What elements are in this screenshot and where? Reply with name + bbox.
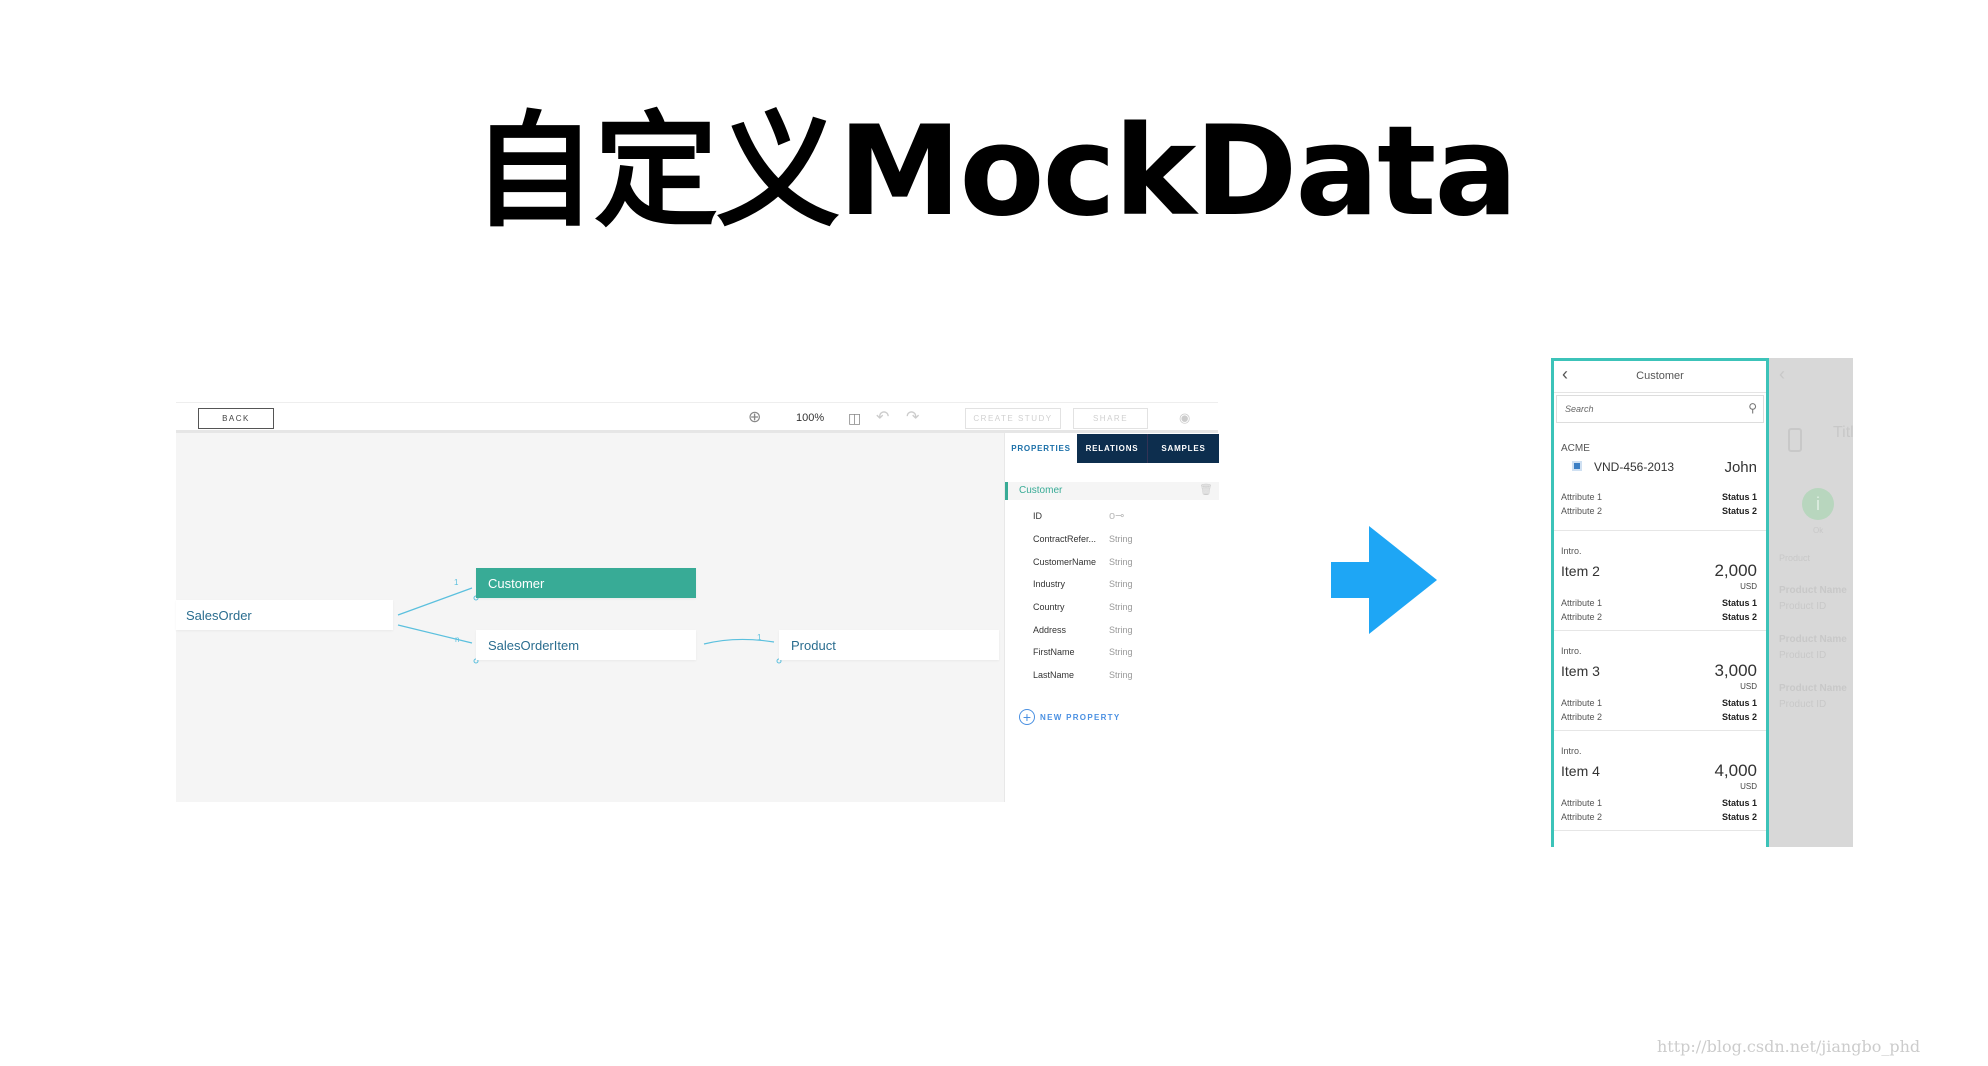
info-icon: i: [1802, 488, 1834, 520]
trash-icon[interactable]: 🗑: [1199, 483, 1213, 496]
tab-properties[interactable]: PROPERTIES: [1005, 434, 1077, 463]
help-icon: [1572, 461, 1582, 471]
currency: USD: [1740, 682, 1757, 691]
property-type: String: [1109, 579, 1133, 589]
plus-circle-icon: +: [1019, 709, 1035, 725]
entity-node-product[interactable]: Product: [779, 630, 999, 660]
background-screen-overlay: ‹ Titl i Ok Product Product Name Product…: [1769, 358, 1853, 847]
property-type: String: [1109, 602, 1133, 612]
property-name[interactable]: LastName: [1033, 670, 1074, 680]
watermark: http://blog.csdn.net/jiangbo_phd: [1657, 1037, 1921, 1056]
tab-relations[interactable]: RELATIONS: [1077, 434, 1148, 463]
phone-header: ‹ Customer: [1554, 361, 1766, 393]
property-name[interactable]: ContractRefer...: [1033, 534, 1096, 544]
overlay-product-id: Product ID: [1779, 699, 1827, 710]
status: Status 2: [1721, 812, 1757, 822]
search-icon[interactable]: ⚲: [1748, 401, 1757, 415]
share-button[interactable]: SHARE: [1073, 408, 1148, 429]
overlay-title: Titl: [1833, 424, 1853, 441]
edge-product: [703, 638, 775, 645]
cardinality-label: n: [455, 635, 460, 644]
preview-eye-icon[interactable]: ◉: [1179, 409, 1190, 427]
property-type: String: [1109, 625, 1133, 635]
currency: USD: [1740, 582, 1757, 591]
intro-label: Intro.: [1561, 646, 1582, 656]
divider: [1554, 530, 1766, 531]
status: Status 2: [1721, 612, 1757, 622]
item-id: VND-456-2013: [1594, 460, 1675, 474]
status: Status 1: [1721, 598, 1757, 608]
overlay-product-id: Product ID: [1779, 650, 1827, 661]
attribute: Attribute 2: [1561, 612, 1603, 622]
property-name[interactable]: FirstName: [1033, 647, 1075, 657]
entity-node-customer[interactable]: Customer: [476, 568, 696, 598]
search-input[interactable]: Search ⚲: [1556, 395, 1764, 423]
property-name[interactable]: Country: [1033, 602, 1065, 612]
attribute: Attribute 2: [1561, 712, 1603, 722]
key-icon: o⊸: [1109, 510, 1125, 522]
intro-label: Intro.: [1561, 546, 1582, 556]
overlay-product-name: Product Name: [1779, 585, 1847, 596]
attribute: Attribute 1: [1561, 598, 1603, 608]
properties-panel: PROPERTIES RELATIONS SAMPLES Customer 🗑 …: [1004, 433, 1219, 802]
search-placeholder: Search: [1565, 404, 1594, 414]
divider: [1554, 630, 1766, 631]
data-model-editor: BACK ⊕ 100% ◫ ↶ ↷ CREATE STUDY SHARE ◉ 1…: [176, 402, 1219, 802]
overlay-product-name: Product Name: [1779, 683, 1847, 694]
status: Status 1: [1721, 698, 1757, 708]
tab-samples[interactable]: SAMPLES: [1148, 434, 1219, 463]
ok-label: Ok: [1813, 526, 1824, 535]
overlay-product: Product: [1779, 553, 1811, 563]
status: Status 2: [1721, 506, 1757, 516]
item-amount: 2,000: [1714, 561, 1757, 580]
intro-label: Intro.: [1561, 746, 1582, 756]
property-name[interactable]: ID: [1033, 511, 1042, 521]
item-amount: 3,000: [1714, 661, 1757, 680]
overlay-product-id: Product ID: [1779, 601, 1827, 612]
currency: USD: [1740, 782, 1757, 791]
status: Status 1: [1721, 798, 1757, 808]
attribute: Attribute 2: [1561, 506, 1603, 516]
edge-customer: [397, 587, 473, 616]
divider: [1554, 830, 1766, 831]
item-name: John: [1724, 459, 1757, 476]
group-label: ACME: [1561, 443, 1590, 454]
item-title: Item 2: [1561, 563, 1600, 579]
divider: [1554, 730, 1766, 731]
cardinality-label: 1: [454, 578, 459, 587]
status: Status 2: [1721, 712, 1757, 722]
phone-title: Customer: [1636, 370, 1684, 382]
entity-header[interactable]: Customer 🗑: [1005, 482, 1219, 500]
item-amount: 4,000: [1714, 761, 1757, 780]
entity-node-salesorderitem[interactable]: SalesOrderItem: [476, 630, 696, 660]
overlay-product-name: Product Name: [1779, 634, 1847, 645]
property-type: String: [1109, 647, 1133, 657]
attribute: Attribute 1: [1561, 698, 1603, 708]
phone-icon: [1788, 428, 1802, 452]
property-name[interactable]: Address: [1033, 625, 1066, 635]
status: Status 1: [1721, 492, 1757, 502]
property-name[interactable]: CustomerName: [1033, 557, 1096, 567]
property-name[interactable]: Industry: [1033, 579, 1065, 589]
entity-node-salesorder[interactable]: SalesOrder: [176, 600, 393, 630]
property-type: String: [1109, 557, 1133, 567]
back-chevron-icon: ‹: [1779, 364, 1785, 384]
item-title: Item 3: [1561, 663, 1600, 679]
attribute: Attribute 1: [1561, 798, 1603, 808]
item-title: Item 4: [1561, 763, 1600, 779]
slide-title: 自定义MockData: [471, 100, 1518, 244]
cardinality-label: 1: [757, 633, 762, 642]
property-type: String: [1109, 670, 1133, 680]
mobile-preview: ‹ Customer Search ⚲ ACME VND-456-2013 Jo…: [1551, 358, 1769, 847]
edge-salesorderitem: [397, 624, 473, 644]
new-property-button[interactable]: + NEW PROPERTY: [1019, 709, 1121, 725]
attribute: Attribute 2: [1561, 812, 1603, 822]
arrow-right-icon: [1331, 526, 1437, 634]
new-property-label: NEW PROPERTY: [1040, 712, 1121, 722]
attribute: Attribute 1: [1561, 492, 1603, 502]
property-type: String: [1109, 534, 1133, 544]
entity-name: Customer: [1019, 485, 1063, 496]
